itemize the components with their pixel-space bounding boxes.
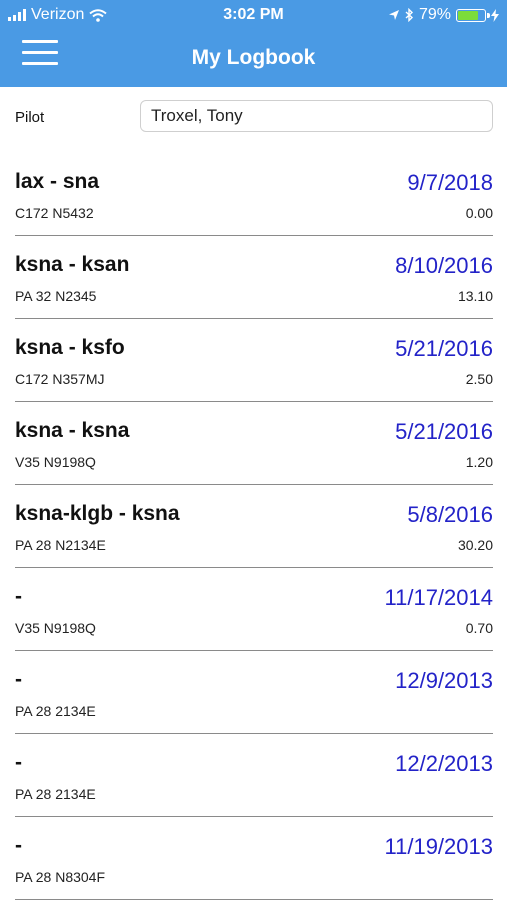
entry-date: 5/21/2016 xyxy=(395,419,493,444)
app-header: Verizon 3:02 PM 79% My Logbook xyxy=(0,0,507,87)
entry-date: 11/19/2013 xyxy=(384,834,493,859)
pilot-input[interactable] xyxy=(140,100,493,132)
entry-date: 9/7/2018 xyxy=(407,170,493,195)
logbook-entry[interactable]: ksna - ksan 8/10/2016 PA 32 N2345 13.10 xyxy=(0,236,507,319)
bluetooth-icon xyxy=(405,8,413,22)
entry-aircraft: V35 N9198Q xyxy=(15,454,96,470)
logbook-entry[interactable]: ksna - ksna 5/21/2016 V35 N9198Q 1.20 xyxy=(0,402,507,485)
entry-route: ksna-klgb - ksna xyxy=(15,502,180,525)
battery-icon xyxy=(456,8,490,22)
logbook-entry[interactable]: - 11/17/2014 V35 N9198Q 0.70 xyxy=(0,568,507,651)
logbook-entry[interactable]: ksna-klgb - ksna 5/8/2016 PA 28 N2134E 30.2… xyxy=(0,485,507,568)
entry-date: 8/10/2016 xyxy=(395,253,493,278)
entry-route: ksna - ksna xyxy=(15,419,130,442)
entry-route: lax - sna xyxy=(15,170,100,193)
entry-route: ksna - ksfo xyxy=(15,336,125,359)
pilot-label: Pilot xyxy=(15,109,45,126)
entry-aircraft: PA 28 N2134E xyxy=(15,537,106,553)
charging-bolt-icon xyxy=(491,8,499,22)
entry-date: 12/2/2013 xyxy=(395,751,493,776)
entry-aircraft: PA 28 N8304F xyxy=(15,869,106,885)
entry-date: 5/8/2016 xyxy=(407,502,493,527)
logbook-list: lax - sna 9/7/2018 C172 N5432 0.00 ksna - ks… xyxy=(0,153,507,900)
logbook-entry[interactable]: - 12/2/2013 PA 28 2134E xyxy=(0,734,507,817)
entry-hours: 2.50 xyxy=(465,371,493,387)
entry-hours: 0.70 xyxy=(465,620,493,636)
entry-date: 12/9/2013 xyxy=(395,668,493,693)
entry-aircraft: C172 N5432 xyxy=(15,205,94,221)
page-title: My Logbook xyxy=(191,46,316,69)
entry-route: - xyxy=(15,834,22,857)
entry-hours: 1.20 xyxy=(465,454,493,470)
logbook-entry[interactable]: ksna - ksfo 5/21/2016 C172 N357MJ 2.50 xyxy=(0,319,507,402)
entry-route: - xyxy=(15,751,22,774)
entry-aircraft: PA 28 2134E xyxy=(15,786,96,802)
location-arrow-icon xyxy=(388,10,399,20)
battery-fill xyxy=(458,10,478,20)
battery-percent: 79% xyxy=(418,6,451,23)
status-bar: Verizon 3:02 PM 79% xyxy=(0,0,507,30)
logbook-entry[interactable]: - 12/9/2013 PA 28 2134E xyxy=(0,651,507,734)
entry-date: 11/17/2014 xyxy=(384,585,493,610)
entry-route: - xyxy=(15,668,22,691)
entry-aircraft: PA 32 N2345 xyxy=(15,288,97,304)
entry-hours: 13.10 xyxy=(457,288,493,304)
entry-route: ksna - ksan xyxy=(15,253,130,276)
entry-hours: 30.20 xyxy=(457,537,493,553)
entry-date: 5/21/2016 xyxy=(395,336,493,361)
logbook-entry[interactable]: - 11/19/2013 PA 28 N8304F xyxy=(0,817,507,900)
logbook-entry[interactable]: lax - sna 9/7/2018 C172 N5432 0.00 xyxy=(0,153,507,236)
entry-aircraft: V35 N9198Q xyxy=(15,620,96,636)
entry-aircraft: PA 28 2134E xyxy=(15,703,96,719)
entry-route: - xyxy=(15,585,22,608)
pilot-filter: Pilot xyxy=(0,98,507,136)
entry-aircraft: C172 N357MJ xyxy=(15,371,105,387)
entry-hours: 0.00 xyxy=(465,205,493,221)
